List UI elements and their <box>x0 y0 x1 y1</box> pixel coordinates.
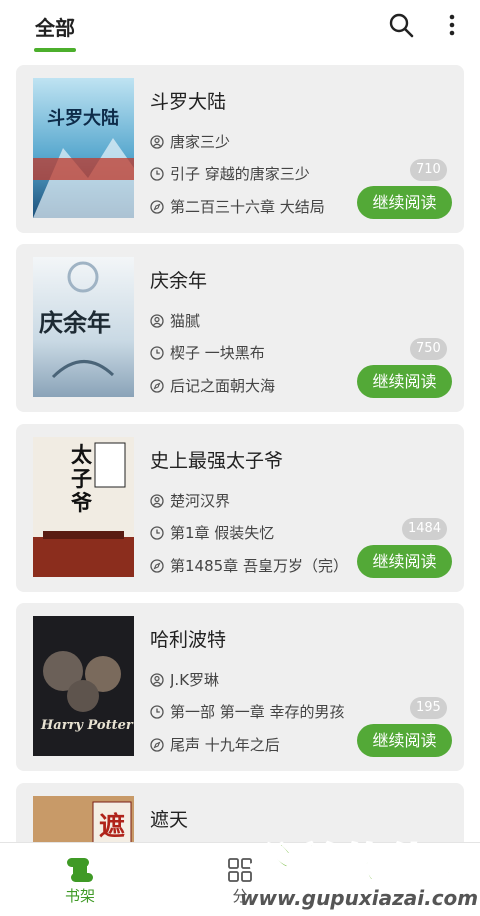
book-cover[interactable]: 庆余年 <box>33 257 134 397</box>
book-list[interactable]: 斗罗大陆 斗罗大陆 唐家三少 引子 穿越的唐家三少 第二百三十六章 大结局 71… <box>0 58 480 842</box>
bookshelf-icon <box>67 858 93 882</box>
latest-chapter-row: 第1485章 吾皇万岁（完） <box>150 555 348 576</box>
current-chapter-row: 第1章 假装失忆 <box>150 522 274 543</box>
latest-chapter: 第二百三十六章 大结局 <box>170 198 325 216</box>
author: J.K罗琳 <box>170 671 220 689</box>
chapter-count-badge: 750 <box>410 338 447 360</box>
book-card[interactable]: 太子爷 史上最强太子爷 楚河汉界 第1章 假装失忆 第1485章 吾皇万岁（完）… <box>16 424 464 592</box>
more-vertical-icon[interactable] <box>440 10 464 40</box>
watermark-text: 谷普软件园 <box>245 838 467 889</box>
book-card[interactable]: Harry Potter 哈利波特 J.K罗琳 第一部 第一章 幸存的男孩 尾声… <box>16 603 464 771</box>
current-chapter-row: 楔子 一块黑布 <box>150 342 265 363</box>
compass-icon <box>150 558 164 573</box>
latest-chapter: 尾声 十九年之后 <box>170 736 280 754</box>
cover-title: 斗罗大陆 <box>47 108 119 129</box>
current-chapter: 引子 穿越的唐家三少 <box>170 165 310 183</box>
cover-title: 遮 <box>99 812 126 842</box>
current-chapter: 第一部 第一章 幸存的男孩 <box>170 703 345 721</box>
book-title: 斗罗大陆 <box>150 91 227 113</box>
author-row: 猫腻 <box>150 310 200 331</box>
chapter-count-badge: 710 <box>410 159 447 181</box>
watermark-url: www.gupuxiazai.com <box>240 886 479 910</box>
book-title: 史上最强太子爷 <box>150 450 284 472</box>
latest-chapter-row: 第二百三十六章 大结局 <box>150 196 325 217</box>
user-icon <box>150 134 164 149</box>
continue-reading-button[interactable]: 继续阅读 <box>357 365 452 398</box>
clock-icon <box>150 166 164 181</box>
book-title: 庆余年 <box>150 270 208 292</box>
book-cover[interactable]: Harry Potter <box>33 616 134 756</box>
author-row: 楚河汉界 <box>150 490 230 511</box>
user-icon <box>150 313 164 328</box>
book-cover[interactable]: 斗罗大陆 <box>33 78 134 218</box>
tab-all[interactable]: 全部 <box>35 12 75 41</box>
book-cover[interactable]: 太子爷 <box>33 437 134 577</box>
chapter-count-badge: 195 <box>410 697 447 719</box>
compass-icon <box>150 199 164 214</box>
compass-icon <box>150 737 164 752</box>
cover-title: 太子爷 <box>71 442 92 515</box>
user-icon <box>150 672 164 687</box>
current-chapter: 楔子 一块黑布 <box>170 344 265 362</box>
book-cover[interactable]: 遮 <box>33 796 134 842</box>
book-card[interactable]: 斗罗大陆 斗罗大陆 唐家三少 引子 穿越的唐家三少 第二百三十六章 大结局 71… <box>16 65 464 233</box>
author: 猫腻 <box>170 312 201 330</box>
current-chapter-row: 引子 穿越的唐家三少 <box>150 163 310 184</box>
compass-icon <box>150 378 164 393</box>
search-icon[interactable] <box>386 10 416 40</box>
latest-chapter-row: 后记之面朝大海 <box>150 375 275 396</box>
nav-bookshelf[interactable]: 书架 <box>50 853 110 913</box>
continue-reading-button[interactable]: 继续阅读 <box>357 545 452 578</box>
author: 楚河汉界 <box>170 492 231 510</box>
continue-reading-button[interactable]: 继续阅读 <box>357 186 452 219</box>
cover-title: 庆余年 <box>39 308 111 337</box>
book-title: 哈利波特 <box>150 629 227 651</box>
latest-chapter: 第1485章 吾皇万岁（完） <box>170 557 348 575</box>
book-card[interactable]: 庆余年 庆余年 猫腻 楔子 一块黑布 后记之面朝大海 750 继续阅读 <box>16 244 464 412</box>
author-row: 唐家三少 <box>150 131 230 152</box>
watermark: 谷普软件园 www.gupuxiazai.com <box>236 830 480 916</box>
cover-title: Harry Potter <box>41 718 133 733</box>
top-bar: 全部 <box>0 0 480 58</box>
chapter-count-badge: 1484 <box>402 518 448 540</box>
current-chapter: 第1章 假装失忆 <box>170 524 275 542</box>
nav-bookshelf-label: 书架 <box>64 887 95 905</box>
latest-chapter-row: 尾声 十九年之后 <box>150 734 280 755</box>
clock-icon <box>150 345 164 360</box>
latest-chapter: 后记之面朝大海 <box>170 377 276 395</box>
current-chapter-row: 第一部 第一章 幸存的男孩 <box>150 701 345 722</box>
continue-reading-button[interactable]: 继续阅读 <box>357 724 452 757</box>
tab-indicator <box>34 48 76 52</box>
clock-icon <box>150 525 164 540</box>
author-row: J.K罗琳 <box>150 669 219 690</box>
clock-icon <box>150 704 164 719</box>
book-title: 遮天 <box>150 809 189 831</box>
user-icon <box>150 493 164 508</box>
author: 唐家三少 <box>170 133 231 151</box>
